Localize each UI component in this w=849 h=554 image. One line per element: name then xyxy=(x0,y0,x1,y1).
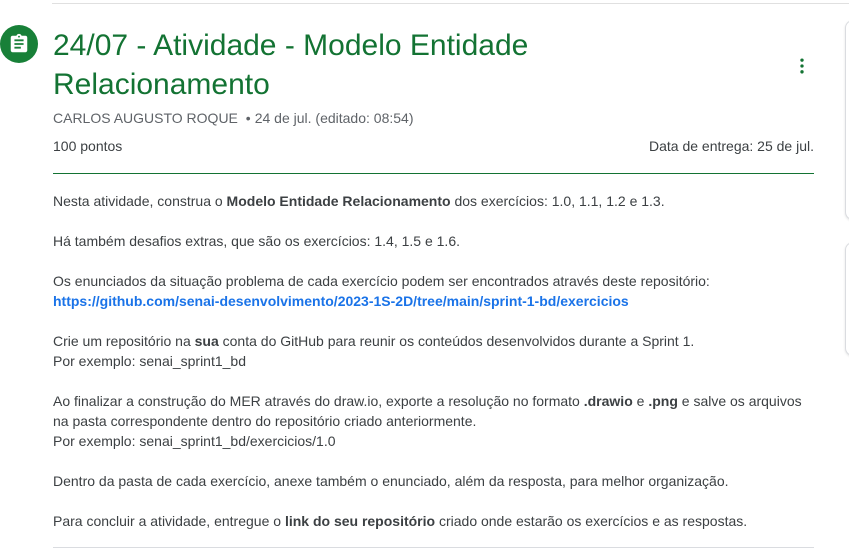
p6-text: Dentro da pasta de cada exercício, anexe… xyxy=(53,473,729,489)
p1-text: Nesta atividade, construa o xyxy=(53,193,227,209)
p4-bold: sua xyxy=(194,333,219,349)
p4-example: Por exemplo: senai_sprint1_bd xyxy=(53,353,247,369)
title-line-2: Relacionamento xyxy=(53,68,270,101)
assignment-meta: CARLOS AUGUSTO ROQUE • 24 de jul. (editad… xyxy=(53,110,413,126)
p7-text-after: criado onde estarão os exercícios e as r… xyxy=(435,513,748,529)
points-label: 100 pontos xyxy=(53,138,123,154)
bottom-divider xyxy=(53,547,814,548)
description-paragraph-3: Os enunciados da situação problema de ca… xyxy=(53,271,813,311)
top-divider xyxy=(52,3,849,4)
description-paragraph-6: Dentro da pasta de cada exercício, anexe… xyxy=(53,471,813,491)
side-panel-card-1[interactable] xyxy=(845,20,849,220)
p5-text-mid: e xyxy=(632,393,649,409)
side-panel-card-2[interactable] xyxy=(845,242,849,356)
due-date: Data de entrega: 25 de jul. xyxy=(648,138,814,154)
p4-text-after: conta do GitHub para reunir os conteúdos… xyxy=(218,333,695,349)
posted-date: 24 de jul. (editado: 08:54) xyxy=(254,110,414,126)
p5-bold-drawio: .drawio xyxy=(583,393,633,409)
p7-bold: link do seu repositório xyxy=(284,513,436,529)
p2-text: Há também desafios extras, que são os ex… xyxy=(53,233,460,249)
meta-separator: • xyxy=(245,110,251,126)
description-paragraph-4: Crie um repositório na sua conta do GitH… xyxy=(53,331,813,371)
description-paragraph-1: Nesta atividade, construa o Modelo Entid… xyxy=(53,191,813,211)
p4-text: Crie um repositório na xyxy=(53,333,195,349)
assignment-icon xyxy=(0,25,38,63)
p7-text: Para concluir a atividade, entregue o xyxy=(53,513,285,529)
header-divider xyxy=(53,173,814,174)
more-vert-icon xyxy=(800,58,804,74)
description-paragraph-2: Há também desafios extras, que são os ex… xyxy=(53,231,813,251)
p5-bold-png: .png xyxy=(648,393,678,409)
more-options-button[interactable] xyxy=(786,50,818,82)
title-line-1: 24/07 - Atividade - Modelo Entidade xyxy=(53,29,529,62)
assignment-description: Nesta atividade, construa o Modelo Entid… xyxy=(53,191,813,551)
description-paragraph-7: Para concluir a atividade, entregue o li… xyxy=(53,511,813,531)
repository-link[interactable]: https://github.com/senai-desenvolvimento… xyxy=(53,293,629,309)
author-name: CARLOS AUGUSTO ROQUE xyxy=(53,110,238,126)
assignment-title: 24/07 - Atividade - Modelo Entidade Rela… xyxy=(53,26,613,104)
p5-text: Ao finalizar a construção do MER através… xyxy=(53,393,584,409)
p5-example: Por exemplo: senai_sprint1_bd/exercicios… xyxy=(53,433,336,449)
p3-text: Os enunciados da situação problema de ca… xyxy=(53,273,710,289)
p1-bold: Modelo Entidade Relacionamento xyxy=(226,193,451,209)
description-paragraph-5: Ao finalizar a construção do MER através… xyxy=(53,391,813,451)
p1-text-after: dos exercícios: 1.0, 1.1, 1.2 e 1.3. xyxy=(450,193,665,209)
